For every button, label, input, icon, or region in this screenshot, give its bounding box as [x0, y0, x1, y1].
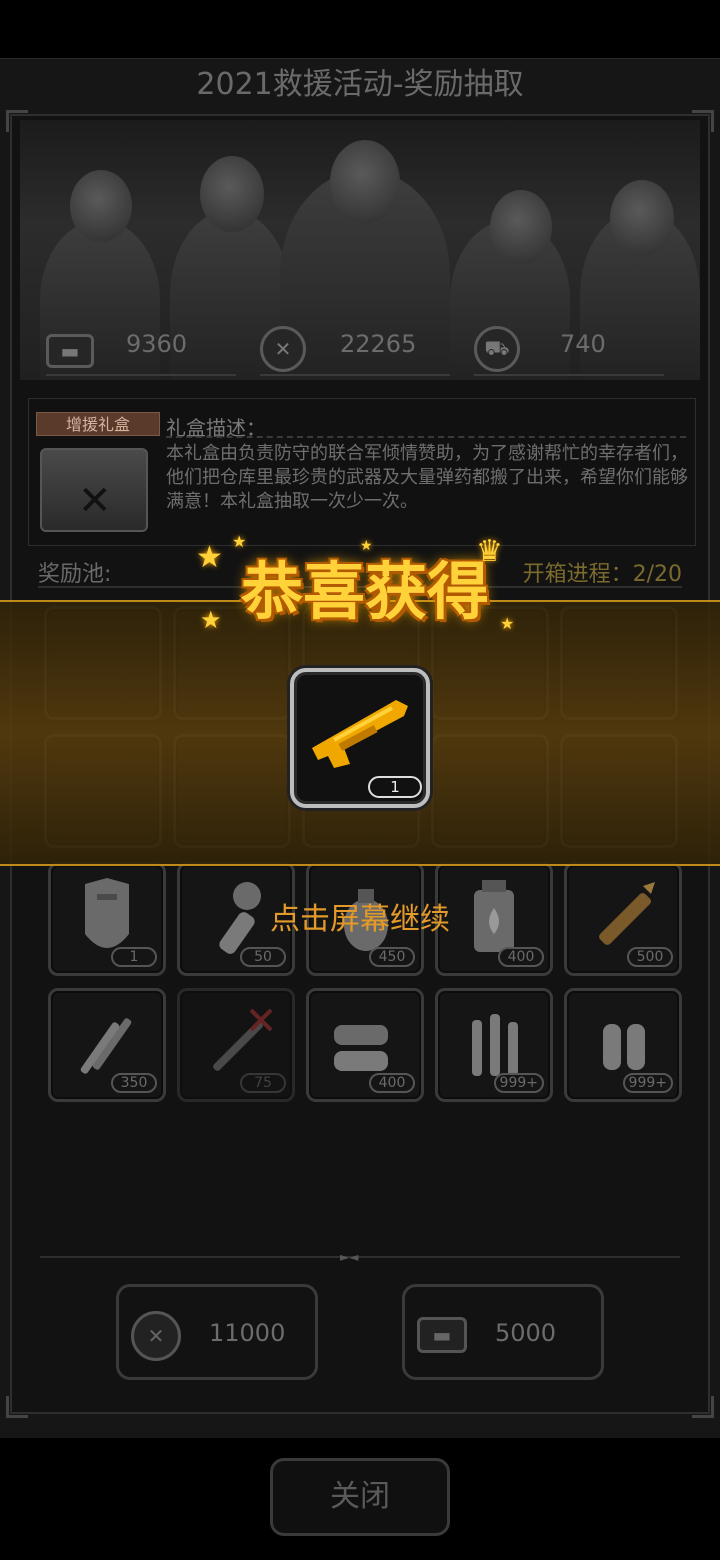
- draw-cost: 11000: [209, 1319, 286, 1347]
- item-quantity: 500: [627, 947, 673, 967]
- star-icon: ★: [196, 540, 223, 575]
- currency-underline: [46, 374, 236, 376]
- character-head: [490, 190, 552, 264]
- currency-row: ▬ 9360 ✕ 22265 ⛟ 740: [20, 320, 700, 376]
- item-quantity: 400: [369, 1073, 415, 1093]
- item-quantity: 50: [240, 947, 286, 967]
- item-quantity: 350: [111, 1073, 157, 1093]
- status-bar-area: [0, 0, 720, 58]
- draw-with-cards-button[interactable]: ▬ 5000: [402, 1284, 604, 1380]
- reward-cell-rifle-bullets[interactable]: 350: [48, 988, 166, 1102]
- car-coin-icon: ⛟: [474, 326, 520, 372]
- close-button[interactable]: 关闭: [270, 1458, 450, 1536]
- bottom-divider: [40, 1256, 680, 1258]
- item-quantity: 999+: [493, 1073, 544, 1093]
- character-head: [610, 180, 674, 256]
- item-quantity: 75: [240, 1073, 286, 1093]
- reward-pool-label: 奖励池:: [38, 562, 112, 587]
- card-icon: ▬: [417, 1317, 467, 1353]
- currency-value: 9360: [126, 330, 188, 358]
- currency-value: 22265: [340, 330, 417, 358]
- character-head: [200, 156, 264, 232]
- frame-corner: [6, 1396, 28, 1418]
- crown-star-icon: ♛: [476, 534, 503, 569]
- crossed-swords-coin-icon: ✕: [131, 1311, 181, 1361]
- item-quantity: 1: [111, 947, 157, 967]
- frame-corner: [692, 1396, 714, 1418]
- tap-to-continue[interactable]: 点击屏幕继续: [0, 894, 720, 938]
- draw-cost: 5000: [495, 1319, 557, 1347]
- reward-cell-pistol-rounds[interactable]: 999+: [564, 988, 682, 1102]
- description-divider: [166, 436, 686, 438]
- reward-quantity: 1: [368, 776, 422, 798]
- star-icon: ★: [232, 532, 247, 551]
- star-icon: ★: [200, 606, 222, 634]
- page-title: 2021救援活动-奖励抽取: [196, 67, 524, 102]
- gift-tag: 增援礼盒: [36, 412, 160, 436]
- currency-value: 740: [560, 330, 606, 358]
- card-icon: ▬: [46, 334, 94, 368]
- star-icon: ★: [500, 614, 515, 633]
- character-head: [70, 170, 132, 242]
- draw-with-coins-button[interactable]: ✕ 11000: [116, 1284, 318, 1380]
- character-head: [330, 140, 400, 224]
- item-quantity: 400: [498, 947, 544, 967]
- congrats-title: 恭喜获得: [240, 555, 489, 628]
- reward-cell-rpg[interactable]: 75: [177, 988, 295, 1102]
- reward-cell-rifle-rounds[interactable]: 999+: [435, 988, 553, 1102]
- reward-cell-shotgun-shells[interactable]: 400: [306, 988, 424, 1102]
- divider-ornament: ►◄: [340, 1250, 359, 1264]
- golden-shotgun-icon: [312, 700, 408, 768]
- currency-underline: [260, 374, 450, 376]
- crossed-swords-icon: ✕: [78, 478, 112, 524]
- currency-underline: [474, 374, 664, 376]
- star-icon: ★: [360, 538, 373, 554]
- description-body: 本礼盒由负责防守的联合军倾情赞助，为了感谢帮忙的幸存者们，他们把仓库里最珍贵的武…: [166, 443, 688, 512]
- crossed-swords-coin-icon: ✕: [260, 326, 306, 372]
- item-quantity: 999+: [622, 1073, 673, 1093]
- item-quantity: 450: [369, 947, 415, 967]
- open-progress: 开箱进程：2/20: [522, 562, 682, 587]
